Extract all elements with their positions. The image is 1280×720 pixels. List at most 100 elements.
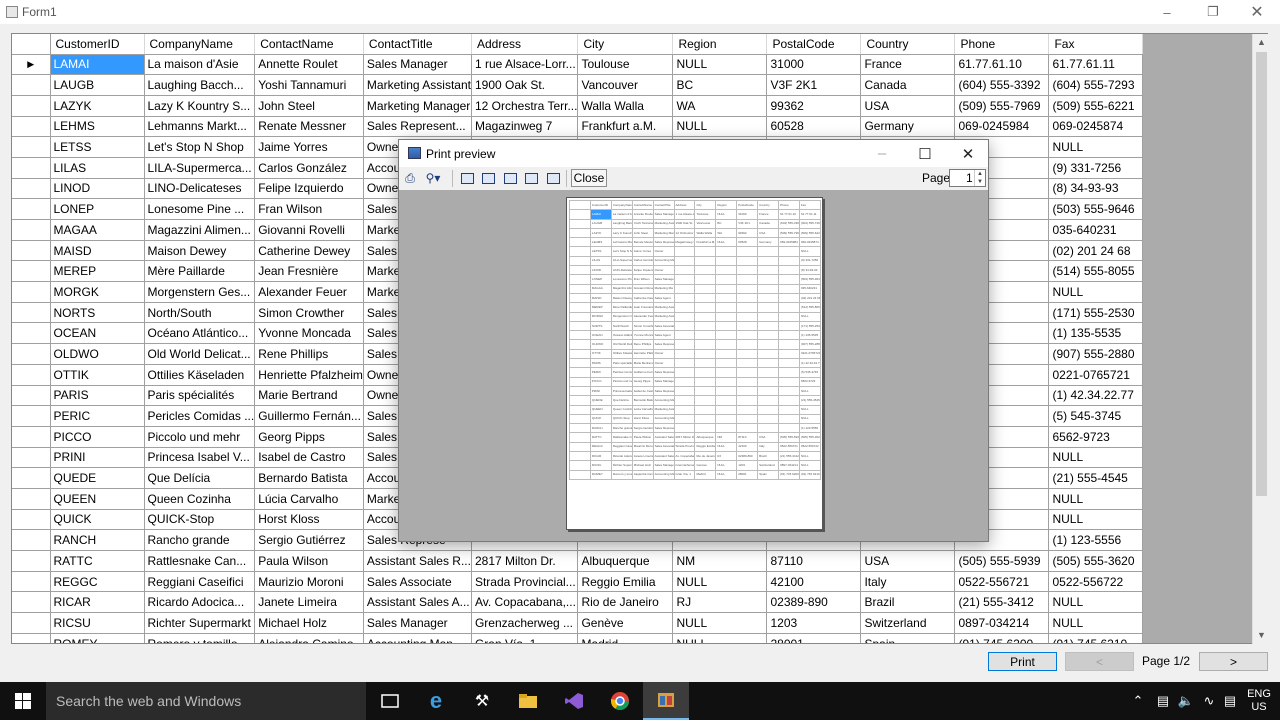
table-cell[interactable]: Yoshi Tannamuri bbox=[254, 74, 364, 96]
row-header[interactable] bbox=[12, 571, 51, 593]
table-cell[interactable]: Janete Limeira bbox=[254, 591, 364, 614]
table-row[interactable]: RICAR Ricardo Adocica... Janete Limeira Ass… bbox=[12, 591, 1144, 614]
table-cell[interactable]: 069-0245874 bbox=[1048, 116, 1144, 138]
table-cell[interactable]: 6562-9723 bbox=[1048, 426, 1144, 448]
scroll-thumb[interactable] bbox=[1256, 52, 1267, 496]
table-cell[interactable]: WA bbox=[672, 95, 768, 117]
table-row[interactable]: ▶ LAMAI La maison d'Asie Annette Roulet Sale… bbox=[12, 54, 1144, 76]
table-cell[interactable]: USA bbox=[860, 550, 956, 572]
table-cell[interactable]: (21) 555-4545 bbox=[1048, 467, 1144, 489]
table-cell[interactable]: 31000 bbox=[766, 54, 862, 76]
table-cell[interactable]: (514) 555-8055 bbox=[1048, 260, 1144, 283]
table-cell[interactable]: Alejandra Camino bbox=[254, 633, 364, 643]
column-header[interactable]: Address bbox=[471, 34, 579, 55]
table-cell[interactable]: 1900 Oak St. bbox=[471, 74, 579, 96]
table-row[interactable]: RATTC Rattlesnake Can... Paula Wilson Assis… bbox=[12, 550, 1144, 572]
table-cell[interactable]: 61.77.61.10 bbox=[954, 54, 1050, 76]
row-header[interactable] bbox=[12, 281, 51, 303]
table-cell[interactable]: Mère Paillarde bbox=[144, 260, 256, 283]
table-cell[interactable]: Queen Cozinha bbox=[144, 488, 256, 510]
table-cell[interactable]: NORTS bbox=[50, 302, 145, 324]
table-cell[interactable]: Spain bbox=[860, 633, 956, 643]
table-cell[interactable]: Lehmanns Markt... bbox=[144, 116, 256, 138]
column-header[interactable]: CustomerID bbox=[50, 34, 145, 55]
table-cell[interactable]: (91) 745 6210 bbox=[1048, 633, 1144, 643]
table-cell[interactable]: MORGK bbox=[50, 281, 145, 303]
table-cell[interactable]: BC bbox=[672, 74, 768, 96]
table-cell[interactable]: Rattlesnake Can... bbox=[144, 550, 256, 572]
table-cell[interactable]: (505) 555-3620 bbox=[1048, 550, 1144, 572]
table-cell[interactable]: Sergio Gutiérrez bbox=[254, 529, 364, 551]
row-header[interactable] bbox=[12, 198, 51, 220]
table-cell[interactable]: 0522-556722 bbox=[1048, 571, 1144, 593]
table-cell[interactable]: Morgenstern Ges... bbox=[144, 281, 256, 303]
table-cell[interactable]: Isabel de Castro bbox=[254, 447, 364, 469]
table-cell[interactable]: Reggio Emilia bbox=[577, 571, 674, 593]
vertical-scrollbar[interactable]: ▲ ▼ bbox=[1252, 34, 1269, 644]
table-cell[interactable]: MAGAA bbox=[50, 219, 145, 241]
page-number-input[interactable]: 1 ▲ ▼ bbox=[949, 169, 986, 187]
row-header[interactable] bbox=[12, 612, 51, 634]
table-cell[interactable]: Princesa Isabel V... bbox=[144, 447, 256, 469]
row-header[interactable] bbox=[12, 116, 51, 138]
table-cell[interactable]: (1) 135-5535 bbox=[1048, 322, 1144, 345]
table-cell[interactable]: Alexander Feuer bbox=[254, 281, 364, 303]
table-cell[interactable]: Rio de Janeiro bbox=[577, 591, 674, 614]
table-cell[interactable]: (171) 555-2530 bbox=[1048, 302, 1144, 324]
scroll-down-icon[interactable]: ▼ bbox=[1253, 627, 1270, 644]
table-cell[interactable]: NULL bbox=[672, 633, 768, 643]
table-cell[interactable]: Canada bbox=[860, 74, 956, 96]
tools-icon[interactable]: ⚒ bbox=[459, 682, 505, 720]
row-header[interactable] bbox=[12, 591, 51, 614]
table-row[interactable]: LAZYK Lazy K Kountry S... John Steel Market… bbox=[12, 95, 1144, 117]
table-cell[interactable]: NULL bbox=[1048, 488, 1144, 510]
table-cell[interactable]: Marketing Assistant bbox=[363, 74, 472, 96]
table-row[interactable]: LEHMS Lehmanns Markt... Renate Messner Sale… bbox=[12, 116, 1144, 138]
table-cell[interactable]: 12 Orchestra Terr... bbox=[471, 95, 579, 117]
row-header[interactable] bbox=[12, 488, 51, 510]
row-header[interactable] bbox=[12, 633, 51, 643]
close-window-button[interactable]: ✕ bbox=[1234, 0, 1280, 24]
table-cell[interactable]: RICSU bbox=[50, 612, 145, 634]
table-cell[interactable]: NM bbox=[672, 550, 768, 572]
table-cell[interactable]: (604) 555-7293 bbox=[1048, 74, 1144, 96]
table-cell[interactable]: Lazy K Kountry S... bbox=[144, 95, 256, 117]
maximize-button[interactable]: ❐ bbox=[1190, 0, 1236, 24]
zoom-icon[interactable]: ⚲▾ bbox=[421, 170, 445, 186]
chrome-icon[interactable] bbox=[597, 682, 643, 720]
table-cell[interactable]: 0522-556721 bbox=[954, 571, 1050, 593]
table-cell[interactable]: Marketing Manager bbox=[363, 95, 472, 117]
table-cell[interactable]: NULL bbox=[1048, 281, 1144, 303]
table-cell[interactable]: (1) 42.34.22.77 bbox=[1048, 385, 1144, 407]
table-cell[interactable]: 069-0245984 bbox=[954, 116, 1050, 138]
table-cell[interactable]: QUICK bbox=[50, 509, 145, 531]
table-cell[interactable]: Carlos González bbox=[254, 157, 364, 179]
start-button[interactable] bbox=[0, 682, 46, 720]
row-header[interactable] bbox=[12, 95, 51, 117]
table-cell[interactable]: 0221-0765721 bbox=[1048, 364, 1144, 386]
table-cell[interactable]: NULL bbox=[672, 612, 768, 634]
table-cell[interactable]: Magazzini Alimen... bbox=[144, 219, 256, 241]
file-explorer-icon[interactable] bbox=[505, 682, 551, 720]
row-header[interactable] bbox=[12, 302, 51, 324]
one-page-icon[interactable] bbox=[459, 170, 475, 186]
table-cell[interactable]: RATTC bbox=[50, 550, 145, 572]
notifications-icon[interactable]: ▤ bbox=[1220, 682, 1240, 720]
table-cell[interactable]: Brazil bbox=[860, 591, 956, 614]
table-cell[interactable]: (21) 555-3412 bbox=[954, 591, 1050, 614]
row-header[interactable] bbox=[12, 178, 51, 200]
table-cell[interactable]: Assistant Sales A... bbox=[363, 591, 472, 614]
table-cell[interactable]: LINOD bbox=[50, 178, 145, 200]
table-cell[interactable]: (509) 555-7969 bbox=[954, 95, 1050, 117]
table-cell[interactable]: Italy bbox=[860, 571, 956, 593]
table-cell[interactable]: Annette Roulet bbox=[254, 54, 364, 76]
table-cell[interactable]: LEHMS bbox=[50, 116, 145, 138]
column-header[interactable]: City bbox=[577, 34, 674, 55]
table-cell[interactable]: MEREP bbox=[50, 260, 145, 283]
table-cell[interactable]: NULL bbox=[1048, 591, 1144, 614]
volume-icon[interactable]: 🔈 bbox=[1176, 682, 1196, 720]
table-cell[interactable]: 42100 bbox=[766, 571, 862, 593]
table-cell[interactable]: John Steel bbox=[254, 95, 364, 117]
table-cell[interactable]: Romero y tomillo bbox=[144, 633, 256, 643]
column-header[interactable]: CompanyName bbox=[144, 34, 256, 55]
